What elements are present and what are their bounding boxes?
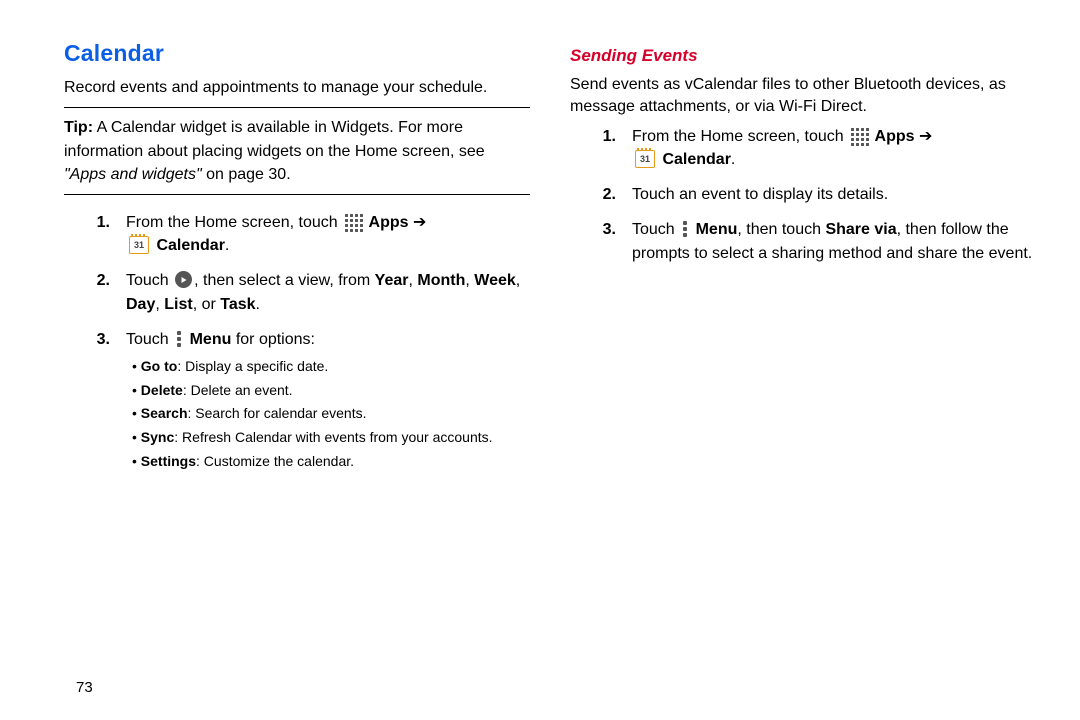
step-text: . xyxy=(256,296,260,313)
step-number: 1. xyxy=(594,125,616,171)
tip-block: Tip: A Calendar widget is available in W… xyxy=(64,116,530,186)
option-label: Go to xyxy=(141,358,178,374)
tip-label: Tip: xyxy=(64,119,93,136)
divider xyxy=(64,107,530,108)
step-item: 2. Touch an event to display its details… xyxy=(594,183,1036,206)
apps-grid-icon xyxy=(851,128,867,144)
step-item: 2. Touch , then select a view, from Year… xyxy=(88,269,530,315)
calendar-icon: 31 xyxy=(635,150,655,168)
step-text: , then touch xyxy=(737,221,825,238)
divider xyxy=(64,194,530,195)
view-option: Year xyxy=(375,272,409,289)
subheading-sending-events: Sending Events xyxy=(570,46,1036,66)
menu-dots-icon xyxy=(682,221,688,237)
view-option: Month xyxy=(417,272,465,289)
step-item: 3. Touch Menu, then touch Share via, the… xyxy=(594,218,1036,264)
view-option: List xyxy=(164,296,192,313)
option-text: : Search for calendar events. xyxy=(188,405,367,421)
step-body: Touch , then select a view, from Year, M… xyxy=(126,269,530,315)
list-item: • Settings: Customize the calendar. xyxy=(132,450,530,474)
option-text: : Display a specific date. xyxy=(177,358,328,374)
step-number: 2. xyxy=(594,183,616,206)
arrow-text: ➔ xyxy=(915,128,933,145)
list-item: • Go to: Display a specific date. xyxy=(132,355,530,379)
list-item: • Delete: Delete an event. xyxy=(132,379,530,403)
option-label: Delete xyxy=(141,382,183,398)
calendar-steps: 1. From the Home screen, touch Apps ➔ 31… xyxy=(88,211,530,474)
option-label: Sync xyxy=(141,429,174,445)
option-text: : Delete an event. xyxy=(183,382,293,398)
view-option: Task xyxy=(220,296,255,313)
apps-label: Apps xyxy=(875,128,915,145)
calendar-icon-day: 31 xyxy=(130,237,148,253)
step-body: Touch Menu for options: • Go to: Display… xyxy=(126,328,530,474)
calendar-label: Calendar xyxy=(662,151,730,168)
option-text: : Customize the calendar. xyxy=(196,453,354,469)
step-item: 1. From the Home screen, touch Apps ➔ 31… xyxy=(594,125,1036,171)
manual-page: Calendar Record events and appointments … xyxy=(0,0,1080,720)
tip-quote: "Apps and widgets" xyxy=(64,166,202,183)
arrow-text: ➔ xyxy=(409,214,427,231)
menu-label: Menu xyxy=(696,221,738,238)
step-text: for options: xyxy=(231,331,315,348)
list-item: • Search: Search for calendar events. xyxy=(132,402,530,426)
view-option: Day xyxy=(126,296,155,313)
step-text: Touch xyxy=(126,272,173,289)
option-text: : Refresh Calendar with events from your… xyxy=(174,429,492,445)
step-number: 2. xyxy=(88,269,110,315)
step-body: Touch Menu, then touch Share via, then f… xyxy=(632,218,1036,264)
calendar-icon-day: 31 xyxy=(636,151,654,167)
step-number: 3. xyxy=(88,328,110,474)
step-number: 1. xyxy=(88,211,110,257)
sending-events-intro: Send events as vCalendar files to other … xyxy=(570,74,1036,119)
step-item: 1. From the Home screen, touch Apps ➔ 31… xyxy=(88,211,530,257)
step-text: From the Home screen, touch xyxy=(632,128,848,145)
step-number: 3. xyxy=(594,218,616,264)
two-column-layout: Calendar Record events and appointments … xyxy=(64,40,1036,486)
menu-dots-icon xyxy=(176,331,182,347)
step-text: , then select a view, from xyxy=(194,272,375,289)
option-label: Settings xyxy=(141,453,196,469)
apps-grid-icon xyxy=(345,214,361,230)
apps-label: Apps xyxy=(369,214,409,231)
calendar-intro: Record events and appointments to manage… xyxy=(64,77,530,99)
page-number: 73 xyxy=(76,679,93,696)
dropdown-arrow-icon xyxy=(175,271,192,288)
left-column: Calendar Record events and appointments … xyxy=(64,40,530,486)
step-body: From the Home screen, touch Apps ➔ 31 Ca… xyxy=(126,211,530,257)
sending-events-steps: 1. From the Home screen, touch Apps ➔ 31… xyxy=(594,125,1036,265)
step-text: . xyxy=(225,237,229,254)
right-column: Sending Events Send events as vCalendar … xyxy=(570,40,1036,486)
tip-text-1: A Calendar widget is available in Widget… xyxy=(64,119,485,159)
step-item: 3. Touch Menu for options: • Go to: Disp… xyxy=(88,328,530,474)
calendar-label: Calendar xyxy=(156,237,224,254)
step-body: Touch an event to display its details. xyxy=(632,183,1036,206)
step-text: . xyxy=(731,151,735,168)
section-heading-calendar: Calendar xyxy=(64,40,530,67)
step-text: Touch xyxy=(632,221,679,238)
tip-text-2: on page 30. xyxy=(202,166,291,183)
calendar-icon: 31 xyxy=(129,236,149,254)
menu-label: Menu xyxy=(190,331,232,348)
step-text: Touch xyxy=(126,331,173,348)
step-body: From the Home screen, touch Apps ➔ 31 Ca… xyxy=(632,125,1036,171)
menu-options-list: • Go to: Display a specific date. • Dele… xyxy=(132,355,530,474)
view-option: Week xyxy=(474,272,516,289)
list-item: • Sync: Refresh Calendar with events fro… xyxy=(132,426,530,450)
option-label: Search xyxy=(141,405,188,421)
step-text: From the Home screen, touch xyxy=(126,214,342,231)
share-via-label: Share via xyxy=(825,221,896,238)
